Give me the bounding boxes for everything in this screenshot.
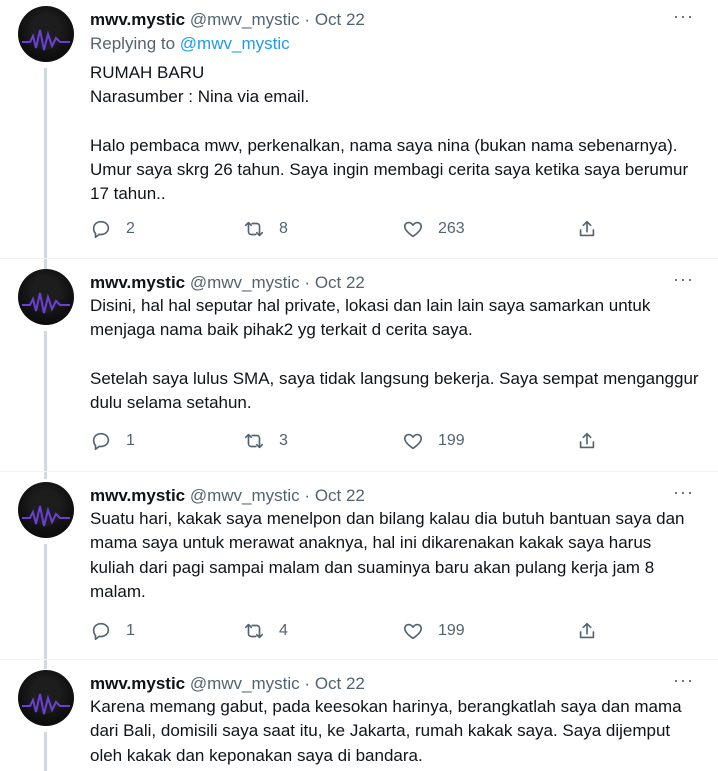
retweet-count: 4: [279, 622, 288, 639]
reply-button[interactable]: 2: [90, 217, 135, 241]
like-button[interactable]: 199: [402, 619, 465, 643]
author-name[interactable]: mwv.mystic: [90, 273, 185, 292]
share-button[interactable]: [576, 429, 612, 453]
avatar-image: [22, 678, 70, 715]
separator-dot: ·: [304, 486, 311, 505]
heart-icon: [403, 623, 423, 640]
author-handle[interactable]: @mwv_mystic: [190, 486, 300, 505]
replying-label: Replying to: [90, 34, 176, 53]
tweet-paragraph: Setelah saya lulus SMA, saya tidak langs…: [90, 368, 699, 412]
thread-line: [44, 544, 47, 669]
tweet-paragraph: Narasumber : Nina via email.: [90, 87, 310, 107]
retweet-button[interactable]: 3: [243, 429, 288, 453]
author-name[interactable]: mwv.mystic: [90, 10, 185, 29]
tweet-text: Disini, hal hal seputar hal private, lok…: [90, 294, 700, 415]
tweet-divider: [0, 471, 718, 472]
share-icon: [579, 622, 595, 639]
reply-button[interactable]: 1: [90, 429, 135, 453]
author-handle[interactable]: @mwv_mystic: [190, 10, 300, 29]
reply-button[interactable]: 1: [90, 619, 135, 643]
tweet-divider: [0, 258, 718, 259]
replying-handle-link[interactable]: @mwv_mystic: [180, 34, 290, 53]
thread-line: [44, 732, 47, 771]
separator-dot: ·: [304, 273, 311, 292]
avatar-image: [22, 14, 70, 51]
retweet-icon: [244, 221, 264, 237]
like-count: 263: [438, 220, 465, 237]
thread-line: [44, 331, 47, 479]
tweet-paragraph: Karena memang gabut, pada keesokan harin…: [90, 697, 682, 765]
tweet-text: Suatu hari, kakak saya menelpon dan bila…: [90, 507, 700, 604]
share-icon: [579, 220, 595, 237]
reply-icon: [92, 622, 110, 641]
tweet-paragraph: Disini, hal hal seputar hal private, lok…: [90, 296, 651, 340]
avatar[interactable]: [18, 482, 74, 538]
author-name[interactable]: mwv.mystic: [90, 674, 185, 693]
avatar[interactable]: [18, 6, 74, 62]
more-options-icon[interactable]: ···: [673, 269, 694, 290]
tweet-text: Karena memang gabut, pada keesokan harin…: [90, 695, 700, 768]
tweet-text: RUMAH BARU Narasumber : Nina via email. …: [90, 61, 700, 206]
tweet-header: mwv.mystic @mwv_mystic · Oct 22 ···: [90, 6, 698, 34]
like-count: 199: [438, 622, 465, 639]
avatar[interactable]: [18, 670, 74, 726]
tweet-date[interactable]: Oct 22: [315, 486, 365, 505]
more-options-icon[interactable]: ···: [673, 670, 694, 691]
author-handle[interactable]: @mwv_mystic: [190, 273, 300, 292]
share-icon: [579, 432, 595, 449]
like-button[interactable]: 263: [402, 217, 465, 241]
reply-icon: [92, 432, 110, 451]
retweet-count: 8: [279, 220, 288, 237]
reply-count: 1: [126, 622, 135, 639]
like-button[interactable]: 199: [402, 429, 465, 453]
tweet-date[interactable]: Oct 22: [315, 10, 365, 29]
tweet-paragraph: Halo pembaca mwv, perkenalkan, nama saya…: [90, 135, 689, 204]
avatar[interactable]: [18, 269, 74, 325]
tweet-paragraph: RUMAH BARU: [90, 63, 205, 82]
reply-icon: [92, 220, 110, 239]
retweet-button[interactable]: 8: [243, 217, 288, 241]
tweet-divider: [0, 659, 718, 660]
more-options-icon[interactable]: ···: [673, 482, 694, 503]
avatar-image: [22, 490, 70, 527]
reply-count: 1: [126, 432, 135, 449]
author-handle[interactable]: @mwv_mystic: [190, 674, 300, 693]
retweet-count: 3: [279, 432, 288, 449]
heart-icon: [403, 221, 423, 238]
tweet-actions: 1 4 199: [90, 619, 610, 643]
retweet-icon: [244, 433, 264, 449]
tweet-actions: 2 8 263: [90, 217, 610, 241]
author-name[interactable]: mwv.mystic: [90, 486, 185, 505]
separator-dot: ·: [304, 10, 311, 29]
avatar-image: [22, 277, 70, 314]
retweet-button[interactable]: 4: [243, 619, 288, 643]
tweet-paragraph: Suatu hari, kakak saya menelpon dan bila…: [90, 509, 685, 601]
thread-line: [44, 68, 47, 272]
heart-icon: [403, 433, 423, 450]
replying-to: Replying to @mwv_mystic: [90, 34, 290, 54]
share-button[interactable]: [576, 619, 612, 643]
like-count: 199: [438, 432, 465, 449]
tweet-actions: 1 3 199: [90, 429, 610, 453]
tweet-date[interactable]: Oct 22: [315, 273, 365, 292]
tweet-date[interactable]: Oct 22: [315, 674, 365, 693]
retweet-icon: [244, 623, 264, 639]
more-options-icon[interactable]: ···: [673, 6, 694, 27]
separator-dot: ·: [304, 674, 311, 693]
reply-count: 2: [126, 220, 135, 237]
share-button[interactable]: [576, 217, 612, 241]
